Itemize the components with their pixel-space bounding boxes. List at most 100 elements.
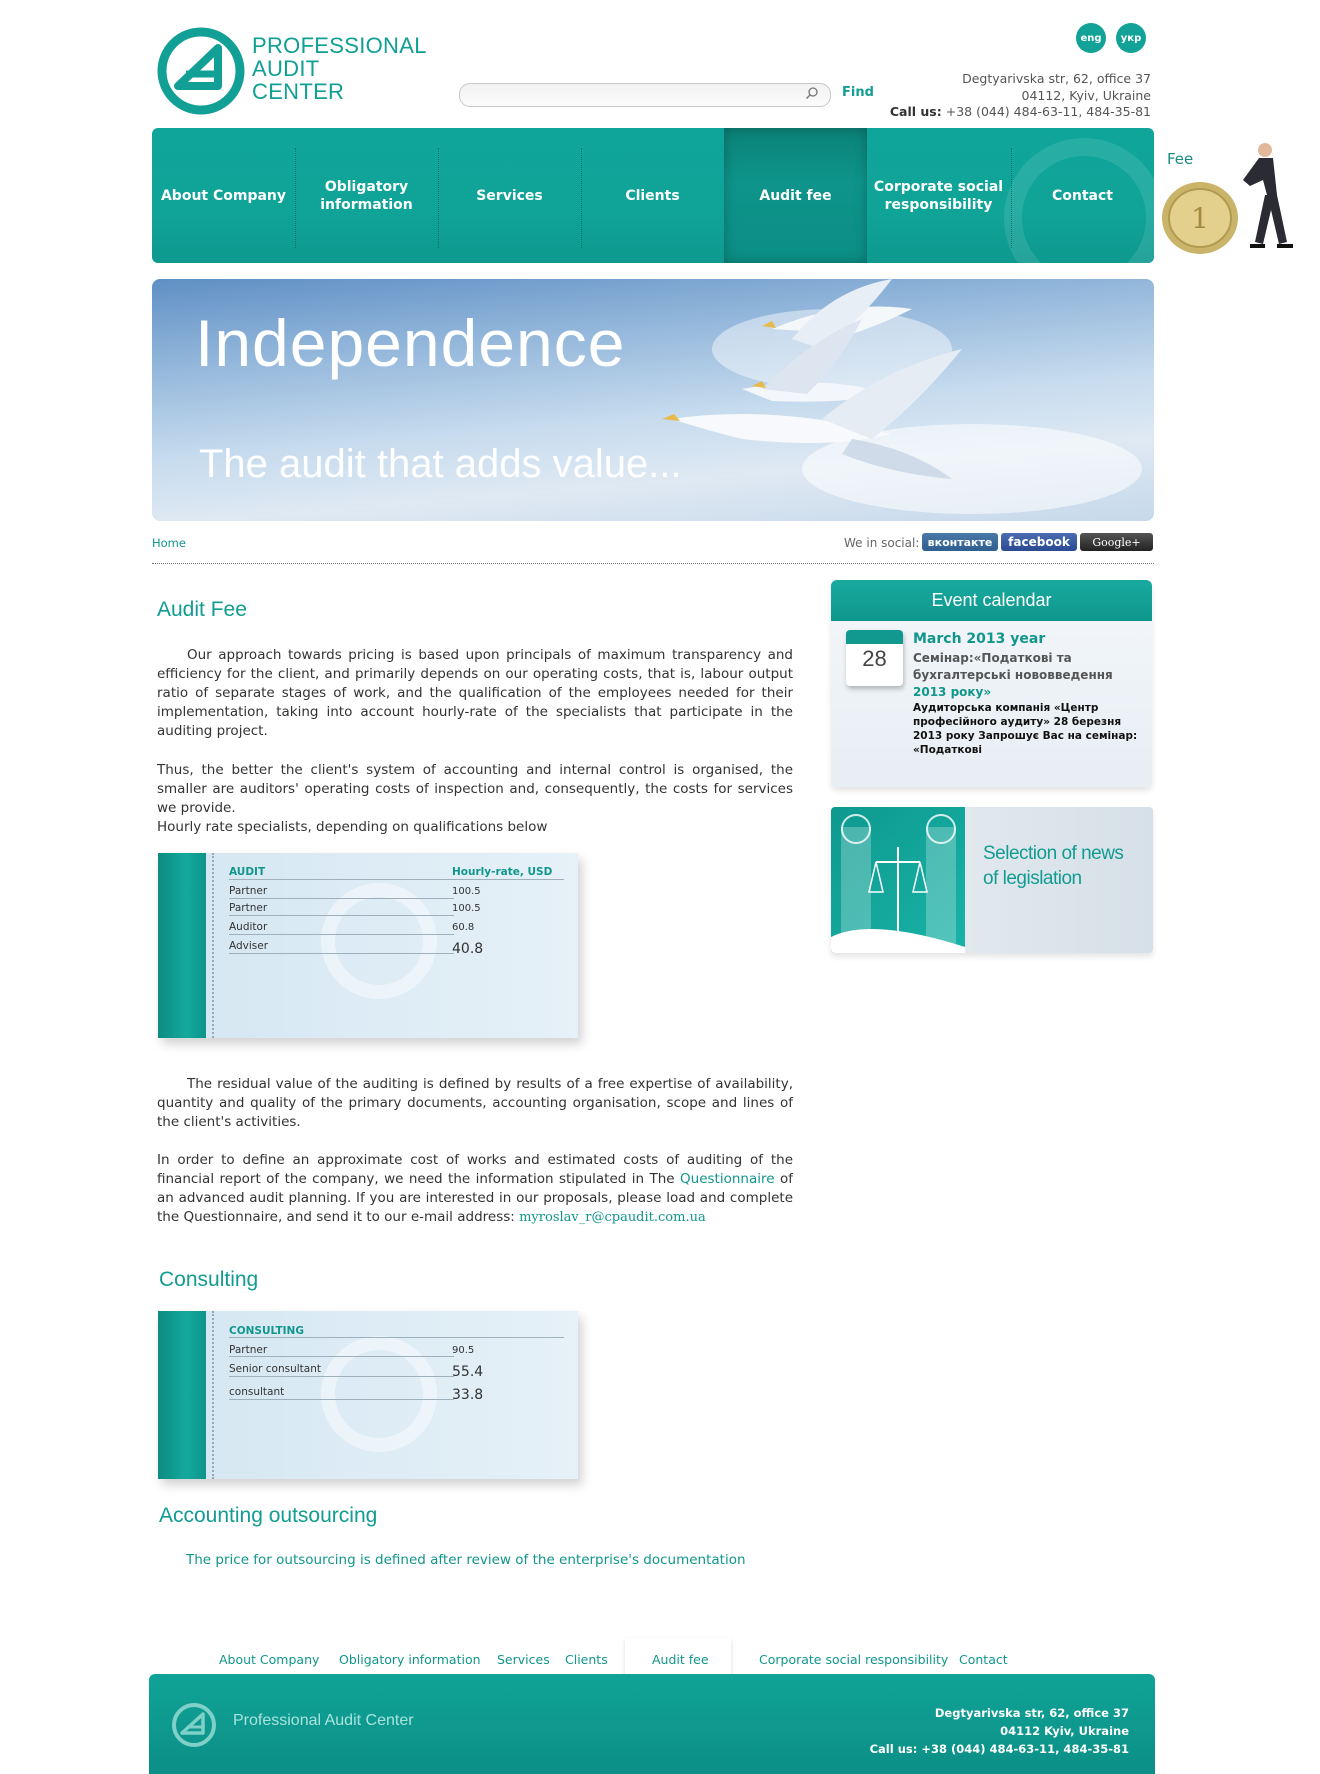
table-rule xyxy=(229,1376,454,1377)
audit-rate-card: AUDIT Hourly-rate, USD Partner 100.5 Par… xyxy=(158,853,578,1038)
breadcrumb-home-link[interactable]: Home xyxy=(152,536,186,550)
event-month[interactable]: March 2013 year xyxy=(913,631,1045,647)
footer-nav-about-company[interactable]: About Company xyxy=(219,1652,319,1667)
footer-nav-audit-fee[interactable]: Audit fee xyxy=(652,1652,709,1667)
footer-logo-icon[interactable] xyxy=(171,1702,217,1748)
nav-item-obligatory-information[interactable]: Obligatory information xyxy=(295,128,438,263)
card-watermark-logo xyxy=(321,1336,437,1452)
event-description: Аудиторська компанія «Центр професійного… xyxy=(913,702,1138,756)
footer-nav-corporate-social-responsibility[interactable]: Corporate social responsibility xyxy=(759,1652,948,1667)
footer-address-line: Degtyarivska str, 62, office 37 xyxy=(934,1706,1129,1720)
banner-title: Independence xyxy=(195,306,626,380)
consulting-table-col1: CONSULTING xyxy=(229,1325,304,1337)
table-row-role: Partner xyxy=(229,1344,268,1356)
social-label: We in social: xyxy=(844,536,920,550)
event-title-year: 2013 року» xyxy=(913,685,992,699)
outsourcing-text: The price for outsourcing is defined aft… xyxy=(186,1552,746,1568)
nav-item-clients[interactable]: Clients xyxy=(581,128,724,263)
audit-fee-paragraph-5: In order to define an approximate cost o… xyxy=(157,1151,793,1227)
table-row-role: Senior consultant xyxy=(229,1363,321,1375)
card-perforation xyxy=(212,853,214,1038)
email-link[interactable]: myroslav_r@cpaudit.com.ua xyxy=(519,1210,706,1225)
footer-nav-clients[interactable]: Clients xyxy=(565,1652,608,1667)
fee-label: Fee xyxy=(1167,150,1194,168)
nav-item-about-company[interactable]: About Company xyxy=(152,128,295,263)
footer-nav-contact[interactable]: Contact xyxy=(959,1652,1008,1667)
calendar-date-header xyxy=(846,630,903,644)
audit-table-col1: AUDIT xyxy=(229,866,266,878)
lang-eng-button[interactable]: eng xyxy=(1076,23,1106,53)
consulting-heading: Consulting xyxy=(159,1268,259,1291)
nav-item-audit-fee[interactable]: Audit fee xyxy=(724,128,867,263)
table-row-role: consultant xyxy=(229,1386,285,1398)
news-text: Selection of news of legislation xyxy=(983,841,1124,891)
news-line: of legislation xyxy=(983,868,1082,889)
lang-ukr-button[interactable]: укр xyxy=(1116,23,1146,53)
phone-numbers: +38 (044) 484-63-11, 484-35-81 xyxy=(945,104,1151,119)
footer-nav-obligatory-information[interactable]: Obligatory information xyxy=(339,1652,481,1667)
logo-icon[interactable] xyxy=(156,26,246,116)
search-input[interactable] xyxy=(459,83,831,107)
table-row-rate: 100.5 xyxy=(452,903,481,914)
footer-address-line: 04112 Kyiv, Ukraine xyxy=(1000,1724,1129,1738)
facebook-button[interactable]: facebook xyxy=(1001,533,1077,551)
card-spine xyxy=(158,1311,206,1479)
footer-phone: Call us: +38 (044) 484-63-11, 484-35-81 xyxy=(870,1742,1129,1756)
table-row-rate: 60.8 xyxy=(452,922,475,933)
table-row-role: Adviser xyxy=(229,940,269,952)
audit-fee-paragraph-4: The residual value of the auditing is de… xyxy=(157,1076,793,1130)
audit-table-col2: Hourly-rate, USD xyxy=(452,866,553,878)
nav-item-corporate-social-responsibility[interactable]: Corporate social responsibility xyxy=(867,128,1010,263)
footer-nav-services[interactable]: Services xyxy=(497,1652,550,1667)
logo-text: PROFESSIONAL AUDIT CENTER xyxy=(252,34,427,103)
table-row-rate: 33.8 xyxy=(452,1387,484,1403)
audit-fee-paragraph-1: Our approach towards pricing is based up… xyxy=(157,647,793,739)
event-calendar-heading: Event calendar xyxy=(831,580,1152,621)
nav-item-contact[interactable]: Contact xyxy=(1011,128,1154,263)
logo-line: AUDIT xyxy=(252,56,320,81)
nav-item-services[interactable]: Services xyxy=(438,128,581,263)
event-day: 28 xyxy=(862,646,887,671)
table-rule xyxy=(229,879,564,880)
table-rule xyxy=(229,915,454,916)
table-row-rate: 100.5 xyxy=(452,886,481,897)
table-rule xyxy=(229,1399,454,1400)
footer-company-name: Professional Audit Center xyxy=(233,1712,414,1729)
columns-scales-illustration xyxy=(831,807,965,953)
table-rule xyxy=(229,1356,454,1357)
footer-phone-numbers: +38 (044) 484-63-11, 484-35-81 xyxy=(921,1742,1129,1756)
event-title[interactable]: Семінар:«Податкові та бухгалтерські ново… xyxy=(913,650,1138,701)
breadcrumb-divider xyxy=(152,563,1154,564)
event-title-prefix: Семінар: xyxy=(913,651,974,665)
table-row-role: Partner xyxy=(229,902,268,914)
event-calendar-widget: Event calendar 28 March 2013 year Семіна… xyxy=(831,580,1152,787)
svg-text:1: 1 xyxy=(1191,202,1209,235)
logo-line: CENTER xyxy=(252,79,345,104)
google-plus-button[interactable]: Google+ xyxy=(1080,533,1153,551)
footer-call-label: Call us: xyxy=(869,1742,918,1756)
main-nav: About Company Obligatory information Ser… xyxy=(152,128,1154,263)
legislation-news-banner[interactable]: Selection of news of legislation xyxy=(831,807,1153,953)
card-watermark-logo xyxy=(321,883,437,999)
header-address-line: 04112, Kyiv, Ukraine xyxy=(1021,88,1152,103)
outsourcing-heading: Accounting outsourcing xyxy=(159,1504,378,1527)
calendar-date-icon: 28 xyxy=(846,630,903,686)
audit-fee-heading: Audit Fee xyxy=(157,598,247,621)
card-spine xyxy=(158,853,206,1038)
table-rule xyxy=(229,953,454,954)
table-row-rate: 40.8 xyxy=(452,941,484,957)
call-label: Call us: xyxy=(889,104,942,119)
table-rule xyxy=(229,898,454,899)
header-address-line: Degtyarivska str, 62, office 37 xyxy=(962,71,1151,86)
banner-subtitle: The audit that adds value... xyxy=(199,442,682,486)
audit-fee-paragraph-3: Hourly rate specialists, depending on qu… xyxy=(157,819,548,835)
table-row-role: Auditor xyxy=(229,921,268,933)
table-rule xyxy=(229,934,454,935)
table-rule xyxy=(229,1337,564,1338)
vkontakte-button[interactable]: вконтакте xyxy=(922,533,998,551)
footer: Professional Audit Center Degtyarivska s… xyxy=(149,1674,1155,1774)
find-button[interactable]: Find xyxy=(842,85,874,100)
table-row-role: Partner xyxy=(229,885,268,897)
search-icon[interactable] xyxy=(805,86,819,100)
questionnaire-link[interactable]: Questionnaire xyxy=(680,1171,775,1187)
